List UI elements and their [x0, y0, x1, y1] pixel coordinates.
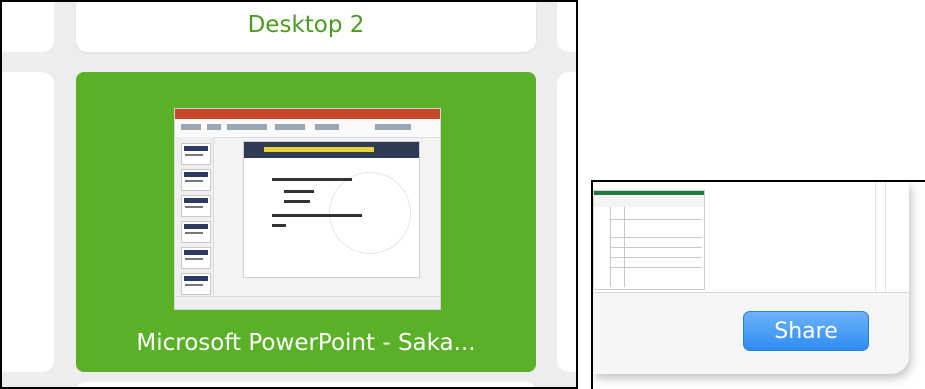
- preview-ribbon: [175, 119, 440, 138]
- preview-titlebar: [175, 109, 440, 119]
- powerpoint-window-tile[interactable]: Microsoft PowerPoint - Saka...: [76, 72, 536, 372]
- share-button[interactable]: Share: [743, 311, 869, 351]
- window-thumbnail-right[interactable]: [557, 72, 576, 372]
- desktop-label[interactable]: Desktop 2: [76, 12, 536, 38]
- share-dialog-footer: Share: [593, 293, 909, 374]
- window-title-label: Microsoft PowerPoint - Saka...: [136, 330, 476, 356]
- share-dialog-panel: Share: [591, 180, 925, 389]
- mission-control-panel: Desktop 2 Microsoft PowerPoint - Saka...: [0, 0, 578, 389]
- spreadsheet-preview: [593, 190, 705, 290]
- preview-current-slide: [243, 141, 420, 278]
- desktop-thumbnail-right[interactable]: [557, 2, 576, 52]
- preview-slide-sorter: [175, 137, 214, 297]
- desktop-thumbnail-left[interactable]: [2, 2, 54, 52]
- powerpoint-window-preview[interactable]: [174, 108, 441, 310]
- window-thumbnail-left[interactable]: [2, 72, 54, 372]
- window-thumbnail-bottom[interactable]: [76, 382, 536, 387]
- share-dialog: Share: [593, 182, 909, 374]
- preview-statusbar: [175, 296, 440, 309]
- share-preview-area: [593, 182, 909, 293]
